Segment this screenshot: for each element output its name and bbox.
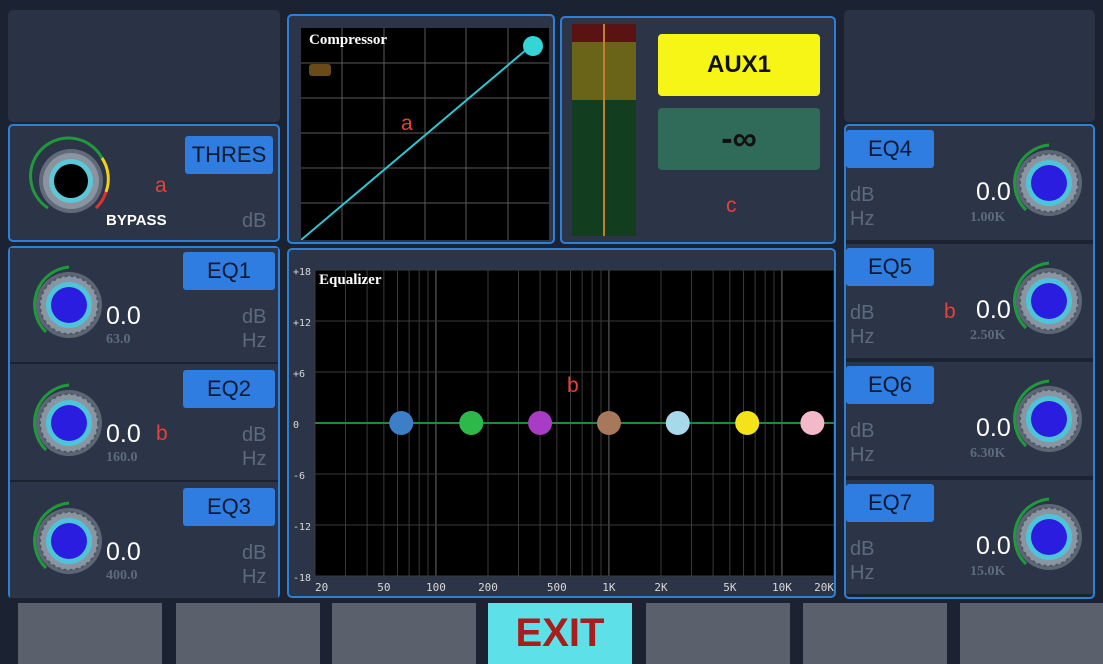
level-readout: -∞ xyxy=(658,108,820,170)
eq-band-handle[interactable] xyxy=(459,411,484,435)
eq-band-handle[interactable] xyxy=(528,411,553,435)
equalizer-title: Equalizer xyxy=(319,272,382,288)
compressor-panel[interactable]: Compressor a xyxy=(287,14,555,244)
eq-db-unit: dB xyxy=(242,542,267,564)
y-tick-label: -18 xyxy=(293,573,311,584)
x-tick-label: 100 xyxy=(426,581,446,594)
compressor-marker: a xyxy=(401,112,413,135)
eq-band-handle[interactable] xyxy=(596,411,621,435)
bottom-bar-button[interactable] xyxy=(176,603,320,664)
eq-band-handle[interactable] xyxy=(665,411,690,435)
x-tick-label: 5K xyxy=(723,581,737,594)
threshold-knob[interactable] xyxy=(26,136,116,226)
eq-hz-unit: Hz xyxy=(242,566,267,588)
eq-db-unit: dB xyxy=(242,424,267,446)
x-tick-label: 10K xyxy=(772,581,792,594)
eq-band-handle[interactable] xyxy=(800,411,825,435)
eq-right-group xyxy=(844,124,1095,599)
threshold-unit: dB xyxy=(242,210,267,232)
eq-freq-value: 400.0 xyxy=(106,568,138,583)
eq-row-left[interactable]: EQ1 0.0 63.0 dB Hz xyxy=(10,248,278,364)
bypass-label[interactable]: BYPASS xyxy=(106,212,167,229)
eq-gain-value: 0.0 xyxy=(106,302,141,330)
equalizer-marker: b xyxy=(567,374,579,397)
bottom-bar-button[interactable] xyxy=(332,603,476,664)
eq-knob[interactable] xyxy=(24,260,114,350)
bottom-bar-button[interactable] xyxy=(646,603,790,664)
x-tick-label: 50 xyxy=(377,581,390,594)
x-tick-label: 1K xyxy=(602,581,616,594)
compressor-graph[interactable] xyxy=(301,28,549,240)
eq-marker: b xyxy=(156,422,168,445)
threshold-marker: a xyxy=(155,174,167,197)
bottom-bar-button[interactable] xyxy=(803,603,947,664)
equalizer-panel[interactable]: +18 +12 +6 0 -6 -12 -18 20 50 100 200 500 1K 2K 5K 10K 2… xyxy=(287,248,836,598)
channel-marker: c xyxy=(726,194,737,217)
x-tick-label: 20 xyxy=(315,581,328,594)
eq-db-unit: dB xyxy=(242,306,267,328)
channel-name-button[interactable]: AUX1 xyxy=(658,34,820,96)
eq-gain-value: 0.0 xyxy=(106,538,141,566)
y-tick-label: -6 xyxy=(293,471,305,482)
eq-freq-value: 160.0 xyxy=(106,450,138,465)
eq-hz-unit: Hz xyxy=(242,330,267,352)
eq-knob[interactable] xyxy=(24,496,114,586)
y-tick-label: -12 xyxy=(293,522,311,533)
y-tick-label: +18 xyxy=(293,267,311,278)
level-meter xyxy=(572,24,636,236)
y-tick-label: 0 xyxy=(293,420,299,431)
eq-band-handle[interactable] xyxy=(389,411,414,435)
exit-button[interactable]: EXIT xyxy=(488,603,632,664)
x-tick-label: 200 xyxy=(478,581,498,594)
eq-tag[interactable]: EQ1 xyxy=(183,252,275,290)
eq-tag[interactable]: EQ2 xyxy=(183,370,275,408)
eq-gain-value: 0.0 xyxy=(106,420,141,448)
x-tick-label: 2K xyxy=(654,581,668,594)
eq-band-handle[interactable] xyxy=(735,411,760,435)
x-tick-label: 500 xyxy=(547,581,567,594)
top-right-blank xyxy=(844,10,1095,122)
channel-panel: AUX1 -∞ c xyxy=(560,16,836,244)
threshold-tag[interactable]: THRES xyxy=(185,136,273,174)
threshold-panel[interactable]: THRES a BYPASS dB xyxy=(8,124,280,242)
x-tick-label: 20K xyxy=(814,581,834,594)
y-tick-label: +12 xyxy=(293,318,311,329)
compressor-title: Compressor xyxy=(309,32,388,48)
eq-row-left[interactable]: EQ3 0.0 400.0 dB Hz xyxy=(10,484,278,600)
eq-tag[interactable]: EQ3 xyxy=(183,488,275,526)
bottom-bar-button[interactable] xyxy=(18,603,162,664)
eq-freq-value: 63.0 xyxy=(106,332,131,347)
eq-knob[interactable] xyxy=(24,378,114,468)
eq-hz-unit: Hz xyxy=(242,448,267,470)
bottom-bar-button[interactable] xyxy=(960,603,1103,664)
y-tick-label: +6 xyxy=(293,369,305,380)
equalizer-graph[interactable]: +18 +12 +6 0 -6 -12 -18 20 50 100 200 500 1K 2K 5K 10K 2… xyxy=(289,250,834,596)
top-left-blank xyxy=(8,10,280,122)
eq-row-left[interactable]: EQ2 0.0 b 160.0 dB Hz xyxy=(10,366,278,482)
